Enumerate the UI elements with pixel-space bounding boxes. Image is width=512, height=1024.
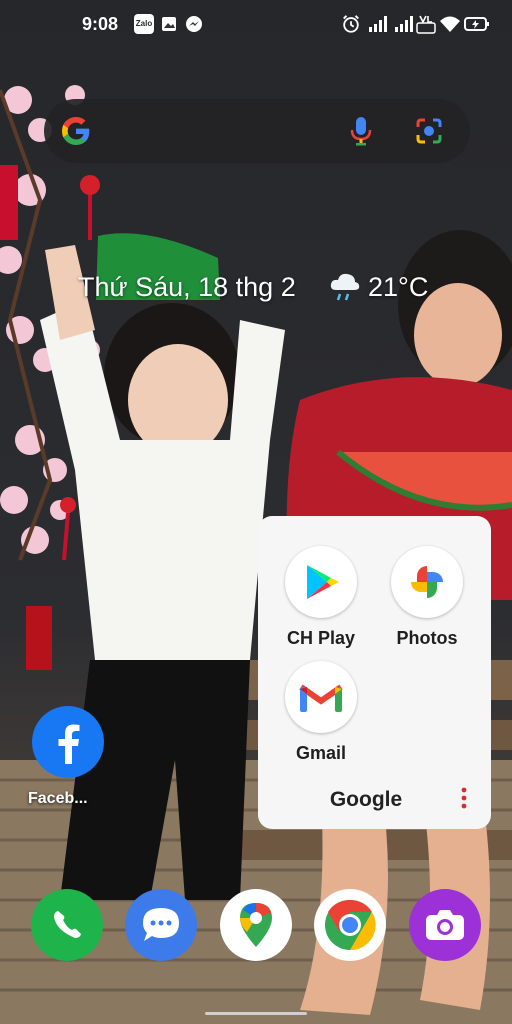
temperature-text[interactable]: 21°C	[368, 272, 428, 303]
gmail-icon	[299, 684, 343, 712]
facebook-icon	[32, 706, 104, 778]
play-store-icon	[307, 565, 339, 599]
wifi-icon	[440, 16, 460, 32]
phone-icon	[54, 911, 81, 938]
dock-camera[interactable]	[409, 889, 481, 961]
home-indicator[interactable]	[205, 1012, 307, 1015]
status-bar: 9:08 Zalo	[0, 0, 512, 48]
google-folder: CH Play Photos Gmail Google	[258, 516, 491, 829]
rain-cloud-icon	[330, 273, 360, 301]
chrome-icon	[325, 899, 376, 951]
dock-chrome[interactable]	[314, 889, 386, 961]
app-label: Photos	[396, 628, 458, 648]
camera-icon	[426, 910, 464, 940]
app-ch-play[interactable]: CH Play	[266, 546, 376, 649]
app-label-facebook: Faceb...	[28, 790, 88, 807]
volte-icon	[416, 15, 436, 34]
more-vert-icon[interactable]	[454, 786, 474, 810]
signal-icon	[395, 16, 413, 32]
status-time: 9:08	[82, 14, 119, 34]
signal-icon	[369, 16, 387, 32]
lens-icon[interactable]	[414, 116, 444, 146]
app-label: CH Play	[286, 628, 356, 648]
app-facebook[interactable]	[32, 706, 104, 778]
google-photos-icon	[411, 566, 443, 598]
app-photos[interactable]: Photos	[372, 546, 482, 649]
dock-maps[interactable]	[220, 889, 292, 961]
app-label: Gmail	[295, 743, 347, 763]
mic-icon[interactable]	[350, 116, 372, 146]
messages-icon	[143, 908, 179, 941]
messenger-icon	[186, 16, 202, 32]
google-search-bar[interactable]	[44, 99, 470, 163]
date-text[interactable]: Thứ Sáu, 18 thg 2	[78, 272, 296, 303]
maps-icon	[240, 903, 272, 947]
folder-title[interactable]: Google	[258, 788, 474, 812]
google-g-icon	[62, 117, 90, 145]
dock-messages[interactable]	[125, 889, 197, 961]
dock-phone[interactable]	[31, 889, 103, 961]
alarm-icon	[343, 15, 359, 33]
zalo-icon: Zalo	[134, 14, 154, 34]
image-icon	[162, 17, 176, 31]
battery-charging-icon	[464, 17, 489, 31]
app-gmail[interactable]: Gmail	[266, 661, 376, 764]
